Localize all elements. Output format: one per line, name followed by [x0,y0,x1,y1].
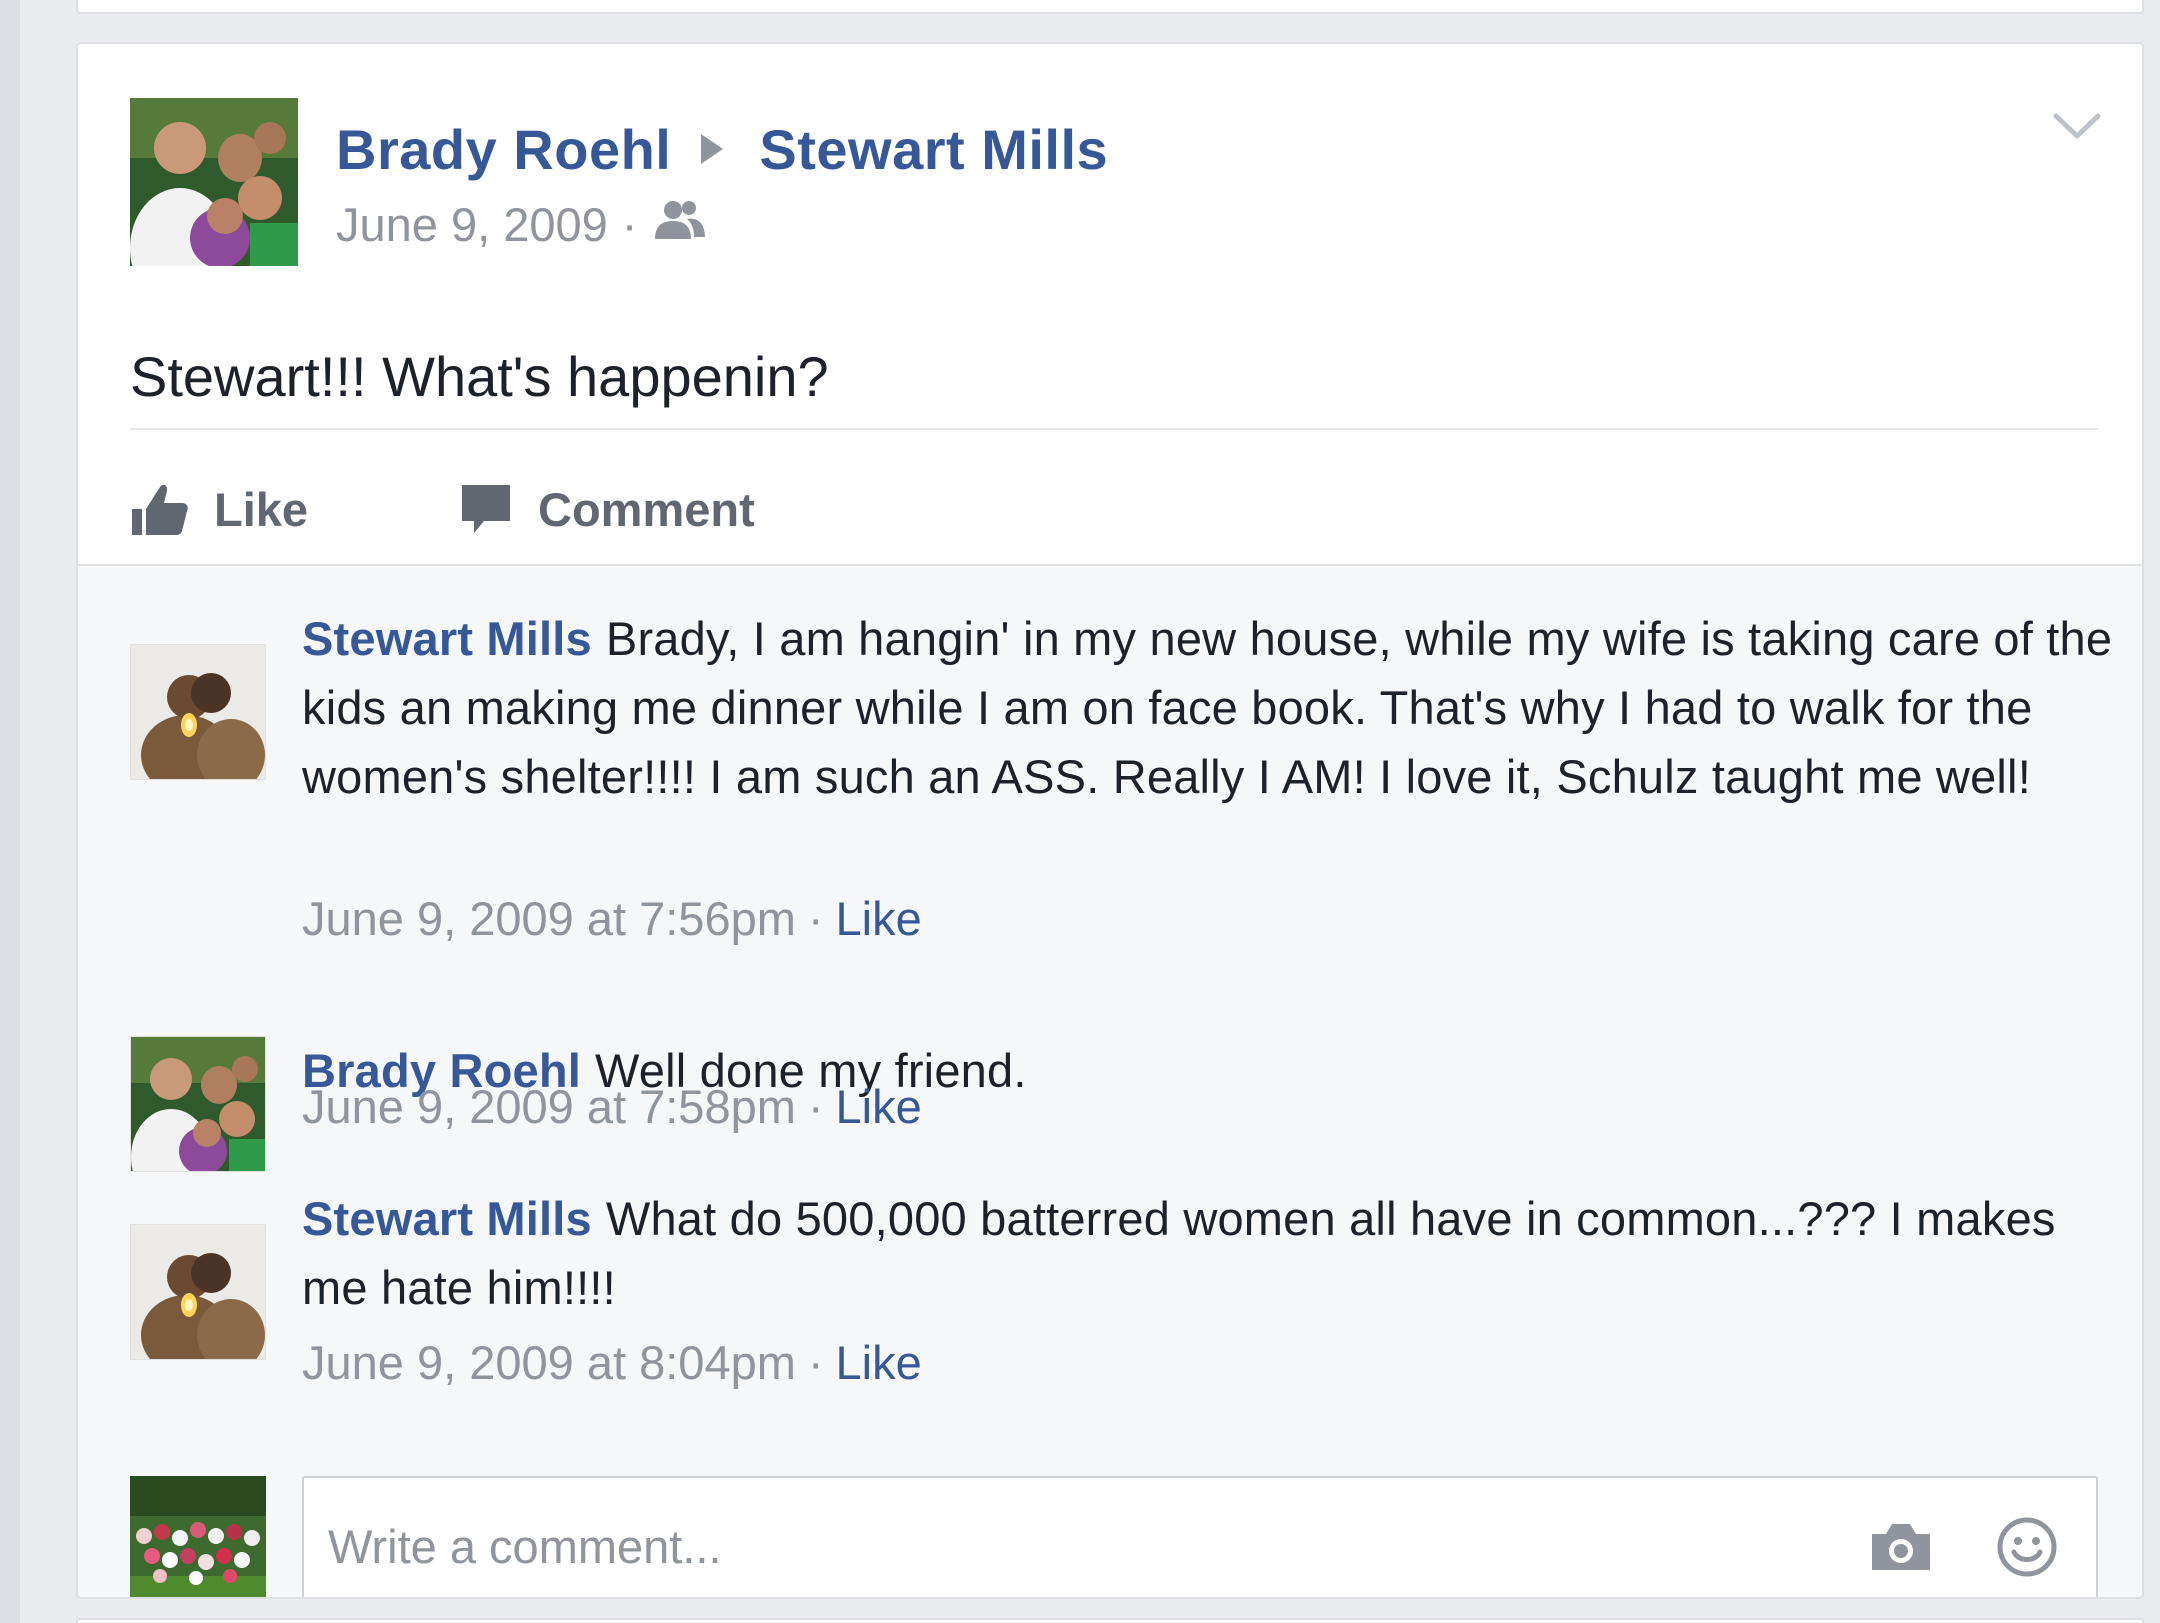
post-meta: June 9, 2009 · [336,196,709,252]
post-target-link[interactable]: Stewart Mills [759,117,1108,182]
next-story-card [76,1618,2144,1623]
comment-label: Comment [538,482,755,536]
actions-divider [130,428,2098,430]
comment-timestamp[interactable]: June 9, 2009 at 7:56pm [302,891,796,946]
separator-dot: · [621,197,638,251]
comment-text: Stewart Mills Brady, I am hangin' in my n… [302,604,2122,811]
post-message: Stewart!!! What's happenin? [130,345,829,408]
post-date[interactable]: June 9, 2009 [336,197,608,252]
like-label: Like [214,482,309,536]
comment-meta: June 9, 2009 at 7:58pm · Like [302,1076,922,1136]
friends-icon[interactable] [651,197,709,252]
separator-dot: · [807,1335,824,1389]
smiley-icon[interactable] [1996,1516,2058,1583]
comment-avatar[interactable] [130,1036,266,1172]
post-header: Brady Roehl Stewart Mills [336,109,1108,189]
comment-like-link[interactable]: Like [836,891,922,946]
comment-button[interactable]: Comment [458,464,755,554]
separator-dot: · [807,1079,824,1133]
chevron-down-icon[interactable] [2050,106,2104,146]
comment-like-link[interactable]: Like [836,1079,922,1134]
like-button[interactable]: Like [130,464,308,554]
comment-like-link[interactable]: Like [836,1335,922,1390]
comments-section: Stewart Mills Brady, I am hangin' in my n… [78,564,2142,1597]
current-user-avatar[interactable] [130,1476,266,1597]
comment-avatar[interactable] [130,1224,266,1360]
camera-icon[interactable] [1868,1520,1934,1579]
speech-bubble-icon [462,485,510,533]
comment-timestamp[interactable]: June 9, 2009 at 7:58pm [302,1079,796,1134]
comment-meta: June 9, 2009 at 8:04pm · Like [302,1332,922,1392]
comment-avatar[interactable] [130,644,266,780]
comment-author-link[interactable]: Stewart Mills [302,612,592,665]
comment-composer [302,1476,2098,1597]
post-author-link[interactable]: Brady Roehl [336,117,671,182]
right-triangle-icon [701,134,724,164]
comment-meta: June 9, 2009 at 7:56pm · Like [302,888,922,948]
comment-input[interactable] [328,1508,1828,1584]
feed-story-card: Brady Roehl Stewart Mills June 9, 2009 ·… [76,42,2144,1599]
page-left-edge [0,0,20,1623]
thumbs-up-icon [132,484,188,535]
comment-text: Stewart Mills What do 500,000 batterred w… [302,1184,2122,1322]
separator-dot: · [807,891,824,945]
comment-author-link[interactable]: Stewart Mills [302,1192,592,1245]
comment-timestamp[interactable]: June 9, 2009 at 8:04pm [302,1335,796,1390]
author-avatar[interactable] [130,98,298,266]
previous-story-card [76,0,2144,14]
